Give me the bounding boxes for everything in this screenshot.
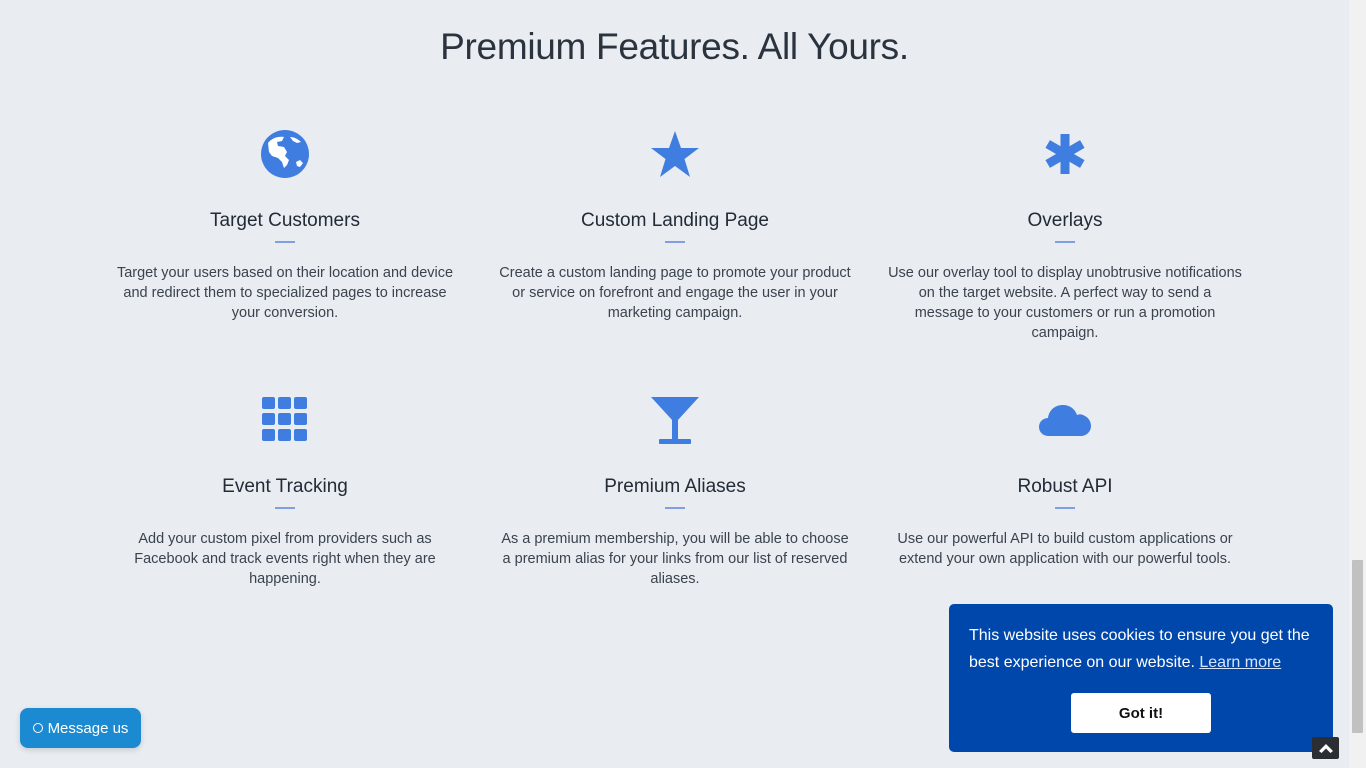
feature-overlays: Overlays Use our overlay tool to display… <box>880 124 1250 343</box>
feature-description: Use our powerful API to build custom app… <box>897 531 1233 567</box>
title-underline <box>665 241 685 243</box>
title-underline <box>275 507 295 509</box>
feature-description: As a premium membership, you will be abl… <box>501 531 849 587</box>
feature-title: Custom Landing Page <box>580 210 769 231</box>
feature-description: Target your users based on their locatio… <box>116 265 454 321</box>
message-us-button[interactable]: Message us <box>20 708 141 748</box>
feature-title: Event Tracking <box>222 476 348 497</box>
got-it-button[interactable]: Got it! <box>1071 693 1211 733</box>
star-icon <box>490 124 860 184</box>
feature-title: Premium Aliases <box>604 476 746 497</box>
feature-target-customers: Target Customers Target your users based… <box>100 124 470 323</box>
feature-title: Overlays <box>1027 210 1103 231</box>
message-us-label: Message us <box>47 719 129 737</box>
learn-more-link[interactable]: Learn more <box>1199 654 1281 671</box>
cookie-banner: This website uses cookies to ensure you … <box>949 604 1333 752</box>
vertical-scrollbar[interactable] <box>1349 0 1366 768</box>
grid-icon <box>100 390 470 450</box>
scroll-to-top-button[interactable] <box>1312 737 1339 759</box>
cookie-message-block: This website uses cookies to ensure you … <box>969 622 1313 676</box>
title-underline <box>1055 241 1075 243</box>
feature-title: Target Customers <box>210 210 360 231</box>
feature-premium-aliases: Premium Aliases As a premium membership,… <box>490 390 860 589</box>
title-underline <box>275 241 295 243</box>
scrollbar-thumb[interactable] <box>1352 560 1363 733</box>
chevron-up-icon <box>1318 743 1333 753</box>
globe-icon <box>100 124 470 184</box>
feature-description: Use our overlay tool to display unobtrus… <box>888 265 1242 341</box>
title-underline <box>665 507 685 509</box>
feature-custom-landing-page: Custom Landing Page Create a custom land… <box>490 124 860 323</box>
feature-event-tracking: Event Tracking Add your custom pixel fro… <box>100 390 470 589</box>
title-underline <box>1055 507 1075 509</box>
feature-title: Robust API <box>1017 476 1113 497</box>
asterisk-icon <box>880 124 1250 184</box>
feature-description: Add your custom pixel from providers suc… <box>134 531 436 587</box>
chat-icon <box>32 723 43 733</box>
cloud-icon <box>880 390 1250 450</box>
feature-description: Create a custom landing page to promote … <box>499 265 851 321</box>
feature-robust-api: Robust API Use our powerful API to build… <box>880 390 1250 569</box>
section-title: Premium Features. All Yours. <box>440 26 909 67</box>
glass-icon <box>490 390 860 450</box>
